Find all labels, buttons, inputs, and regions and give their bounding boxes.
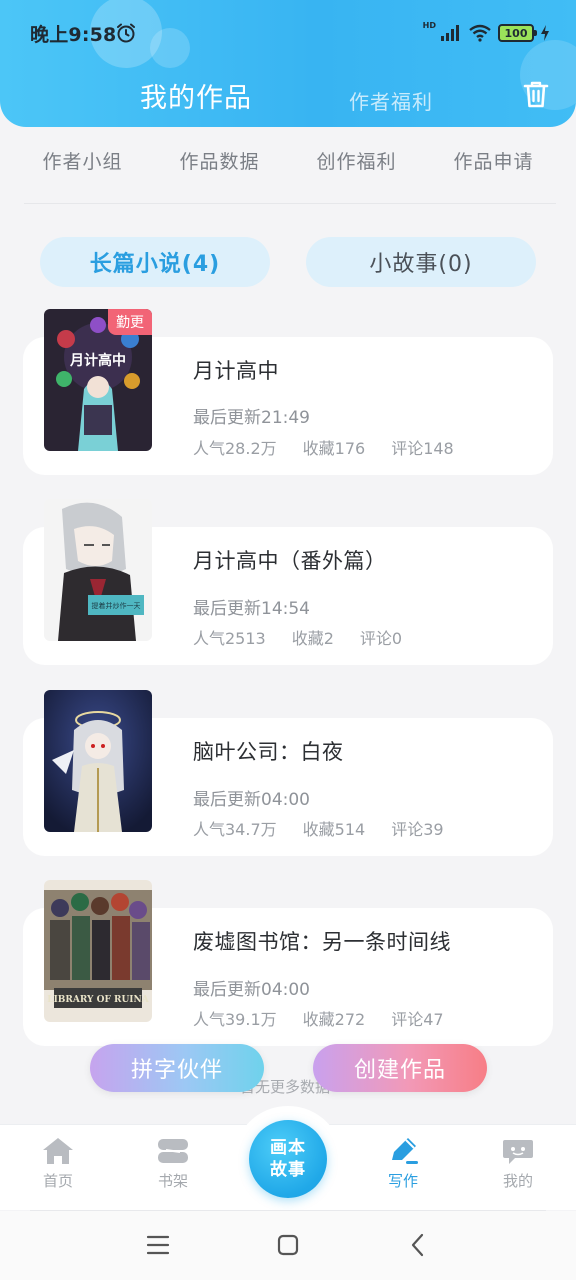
nav-home[interactable]: 首页 — [23, 1136, 93, 1191]
menu-icon[interactable] — [146, 1231, 170, 1259]
menu-work-data[interactable]: 作品数据 — [171, 140, 267, 184]
work-updated: 最后更新04:00 — [193, 790, 310, 810]
status-icons: HD 100 — [423, 22, 550, 44]
picture-story-line2: 故事 — [270, 1160, 306, 1180]
work-comments: 评论0 — [359, 629, 403, 648]
nav-bookshelf[interactable]: 书架 — [138, 1136, 208, 1191]
work-cover[interactable]: 提着并炒作一天 — [44, 499, 152, 641]
picture-story-button[interactable]: 画本 故事 — [249, 1120, 327, 1198]
work-updated: 最后更新14:54 — [193, 599, 310, 619]
work-comments: 评论47 — [391, 1010, 444, 1029]
work-favorites: 收藏2 — [291, 629, 334, 648]
menu-creation-benefits[interactable]: 创作福利 — [308, 140, 404, 184]
decor-bubble — [150, 28, 190, 68]
tab-long-novels[interactable]: 长篇小说(4) — [40, 237, 270, 287]
hd-label: HD — [422, 21, 436, 30]
tab-author-benefits[interactable]: 作者福利 — [349, 86, 433, 115]
work-favorites: 收藏514 — [302, 820, 366, 839]
work-title: 脑叶公司：白夜 — [193, 740, 344, 764]
nav-write[interactable]: 写作 — [368, 1136, 438, 1191]
picture-story-line1: 画本 — [270, 1138, 306, 1158]
back-icon[interactable] — [406, 1231, 430, 1259]
work-title: 月计高中 — [193, 359, 279, 383]
divider — [24, 203, 556, 204]
nav-home-label: 首页 — [42, 1172, 73, 1190]
work-popularity: 人气39.1万 — [193, 1010, 277, 1029]
nav-mine-label: 我的 — [502, 1172, 533, 1190]
nav-bookshelf-label: 书架 — [157, 1172, 188, 1190]
work-popularity: 人气2513 — [193, 629, 266, 648]
signal-icon — [441, 25, 459, 41]
work-title: 废墟图书馆：另一条时间线 — [193, 930, 451, 954]
cover-title-art: LIBRARY OF RUINA — [47, 995, 149, 1005]
frequent-update-badge: 勤更 — [108, 309, 152, 335]
home-icon — [43, 1138, 73, 1164]
create-work-button[interactable]: 创建作品 — [313, 1044, 487, 1092]
work-favorites: 收藏272 — [302, 1010, 366, 1029]
nav-mine[interactable]: 我的 — [483, 1136, 553, 1191]
work-updated: 最后更新04:00 — [193, 980, 310, 1000]
work-popularity: 人气28.2万 — [193, 439, 277, 458]
nav-write-label: 写作 — [387, 1172, 418, 1190]
charging-icon — [541, 25, 549, 41]
work-stats: 人气2513 收藏2 评论0 — [193, 625, 402, 649]
page-title[interactable]: 我的作品 — [140, 76, 252, 115]
work-popularity: 人气34.7万 — [193, 820, 277, 839]
header-bar: 晚上9:58 HD 100 我的作品 作者福利 — [0, 0, 576, 127]
writing-partner-button[interactable]: 拼字伙伴 — [90, 1044, 264, 1092]
work-updated: 最后更新21:49 — [193, 408, 310, 428]
tab-short-stories[interactable]: 小故事(0) — [306, 237, 536, 287]
menu-author-group[interactable]: 作者小组 — [34, 140, 130, 184]
home-square-icon[interactable] — [276, 1231, 300, 1259]
work-title: 月计高中（番外篇） — [193, 549, 387, 573]
work-favorites: 收藏176 — [302, 439, 366, 458]
work-comments: 评论39 — [391, 820, 444, 839]
wifi-icon — [469, 24, 491, 42]
work-comments: 评论148 — [391, 439, 454, 458]
chat-bubble-icon — [503, 1140, 533, 1164]
trash-icon[interactable] — [520, 78, 552, 110]
work-cover[interactable]: LIBRARY OF RUINA — [44, 880, 152, 1022]
status-time: 晚上9:58 — [30, 24, 117, 46]
cover-title-art: 月计高中 — [69, 352, 126, 369]
battery-indicator: 100 — [498, 24, 537, 42]
work-stats: 人气28.2万 收藏176 评论148 — [193, 435, 454, 459]
pen-icon — [392, 1138, 418, 1164]
work-cover[interactable] — [44, 690, 152, 832]
bookshelf-icon — [158, 1139, 188, 1163]
feature-menu: 作者小组 作品数据 创作福利 作品申请 — [0, 140, 576, 184]
menu-work-application[interactable]: 作品申请 — [445, 140, 541, 184]
cover-caption-art: 提着并炒作一天 — [92, 601, 141, 610]
work-stats: 人气39.1万 收藏272 评论47 — [193, 1006, 444, 1030]
alarm-icon — [117, 23, 135, 43]
battery-level: 100 — [504, 26, 528, 40]
work-stats: 人气34.7万 收藏514 评论39 — [193, 816, 444, 840]
